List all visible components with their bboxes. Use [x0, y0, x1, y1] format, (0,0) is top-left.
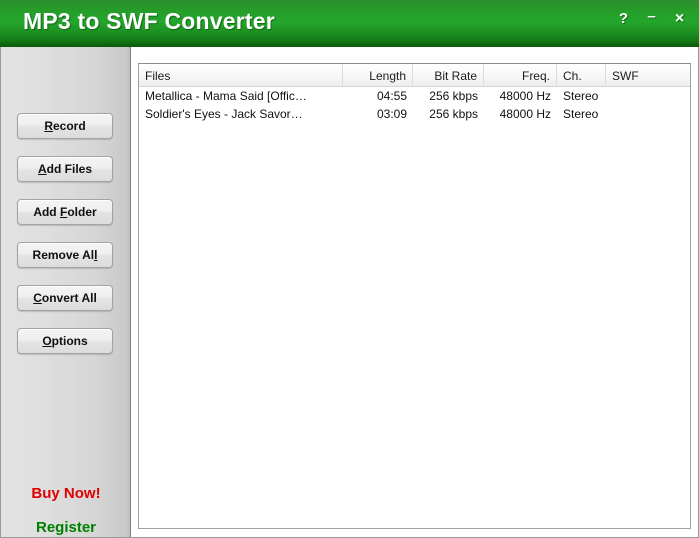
cell-swf — [606, 105, 690, 123]
column-header-channels[interactable]: Ch. — [557, 64, 606, 87]
cell-length: 03:09 — [376, 107, 407, 121]
cell-freq: 48000 Hz — [499, 89, 551, 103]
title-bar[interactable]: MP3 to SWF Converter ? – × — [0, 0, 699, 47]
buy-now-link[interactable]: Buy Now! — [1, 485, 131, 502]
cell-length: 04:55 — [376, 89, 407, 103]
cell-files: Soldier's Eyes - Jack Savor… — [145, 107, 303, 121]
help-icon[interactable]: ? — [616, 11, 631, 26]
cell-freq: 48000 Hz — [499, 107, 551, 121]
column-header-length[interactable]: Length — [343, 64, 413, 87]
file-list-row[interactable]: Metallica - Mama Said [Offic… 04:55 256 kb… — [139, 87, 690, 105]
cell-files: Metallica - Mama Said [Offic… — [145, 89, 307, 103]
column-header-freq[interactable]: Freq. — [484, 64, 557, 87]
file-list-row[interactable]: Soldier's Eyes - Jack Savor… 03:09 256 kbp… — [139, 105, 690, 123]
app-window: MP3 to SWF Converter ? – × Record Add Fi… — [0, 0, 699, 538]
window-controls: ? – × — [616, 9, 687, 27]
file-list[interactable]: Files Length Bit Rate Freq. Ch. SWF Meta… — [138, 63, 691, 529]
add-folder-button[interactable]: Add Folder — [17, 199, 113, 225]
column-header-files[interactable]: Files — [139, 64, 343, 87]
file-list-body[interactable]: Metallica - Mama Said [Offic… 04:55 256 kb… — [139, 87, 690, 528]
cell-bitrate: 256 kbps — [429, 107, 478, 121]
file-list-header: Files Length Bit Rate Freq. Ch. SWF — [139, 64, 690, 87]
sidebar: Record Add Files Add Folder Remove All C… — [1, 47, 131, 537]
column-header-bitrate[interactable]: Bit Rate — [413, 64, 484, 87]
window-body: Record Add Files Add Folder Remove All C… — [0, 47, 699, 538]
cell-bitrate: 256 kbps — [429, 89, 478, 103]
cell-swf — [606, 87, 690, 105]
close-icon[interactable]: × — [672, 11, 687, 27]
remove-all-button[interactable]: Remove All — [17, 242, 113, 268]
record-button[interactable]: Record — [17, 113, 113, 139]
minimize-icon[interactable]: – — [644, 9, 659, 24]
register-link[interactable]: Register — [1, 519, 131, 536]
cell-ch: Stereo — [563, 89, 599, 103]
cell-ch: Stereo — [563, 107, 599, 121]
options-button[interactable]: Options — [17, 328, 113, 354]
column-header-swf[interactable]: SWF — [606, 64, 690, 87]
convert-all-button[interactable]: Convert All — [17, 285, 113, 311]
window-title: MP3 to SWF Converter — [23, 8, 275, 34]
add-files-button[interactable]: Add Files — [17, 156, 113, 182]
